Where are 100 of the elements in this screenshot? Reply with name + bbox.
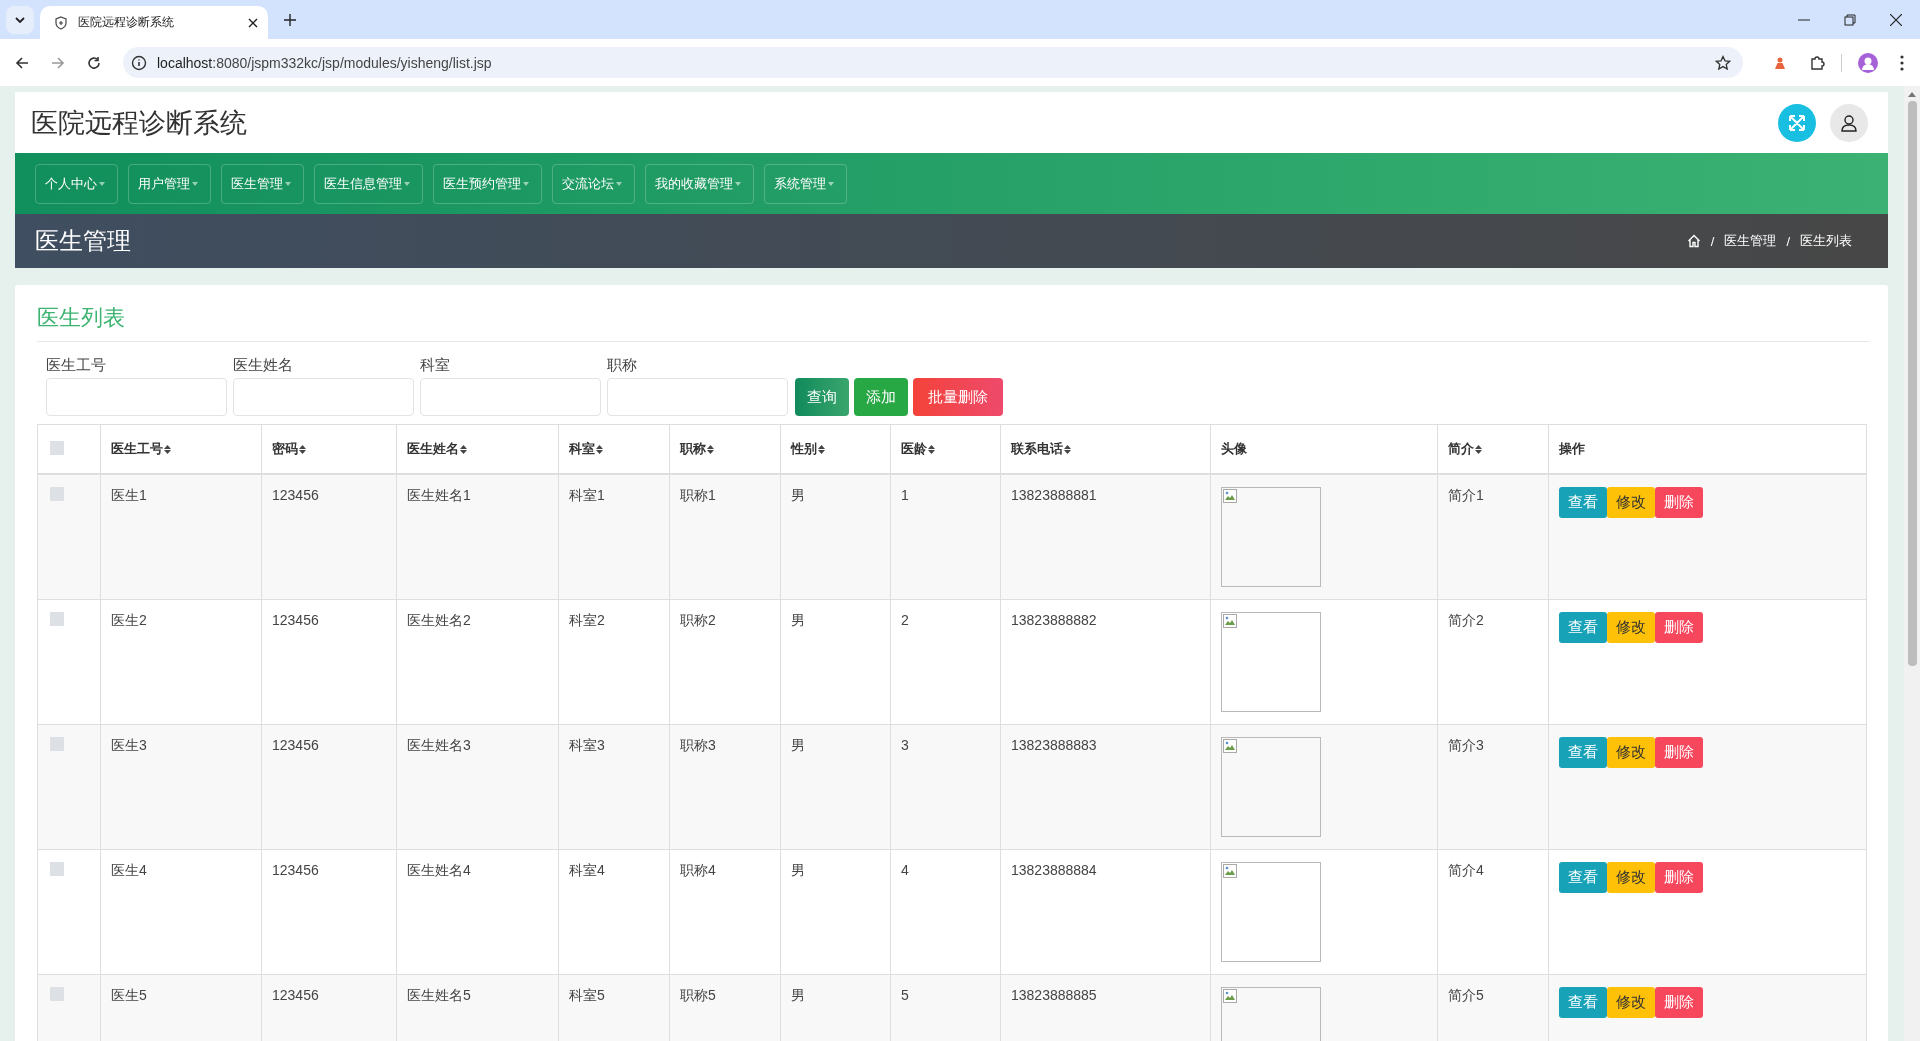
edit-button[interactable]: 修改 <box>1607 487 1655 518</box>
sort-icon[interactable] <box>164 444 171 454</box>
tab-list-button[interactable] <box>6 5 34 34</box>
view-button[interactable]: 查看 <box>1559 487 1607 518</box>
row-checkbox[interactable] <box>50 487 64 501</box>
row-checkbox[interactable] <box>50 862 64 876</box>
column-header[interactable]: 医生工号 <box>111 440 171 458</box>
sort-icon[interactable] <box>1064 444 1071 454</box>
delete-button[interactable]: 删除 <box>1655 487 1703 518</box>
sort-icon[interactable] <box>928 444 935 454</box>
nav-menu-item[interactable]: 医生预约管理 <box>433 163 542 204</box>
nav-menu-item[interactable]: 系统管理 <box>764 163 847 204</box>
table-cell: 123456 <box>272 862 319 878</box>
address-field[interactable]: localhost:8080/jspm332kc/jsp/modules/yisheng/list.jsp <box>123 47 1743 78</box>
column-header[interactable]: 医龄 <box>901 440 935 458</box>
view-button[interactable]: 查看 <box>1559 737 1607 768</box>
caret-icon <box>192 181 198 186</box>
menu-icon[interactable] <box>1900 54 1904 71</box>
restore-icon[interactable] <box>1844 13 1856 26</box>
edit-button[interactable]: 修改 <box>1607 612 1655 643</box>
puzzle-icon[interactable] <box>1809 54 1825 71</box>
table-cell: 13823888881 <box>1011 487 1097 503</box>
minimize-icon[interactable] <box>1798 18 1810 21</box>
table-cell: 3 <box>901 737 909 753</box>
search-input[interactable] <box>46 378 227 416</box>
column-header[interactable]: 性别 <box>791 440 825 458</box>
user-button[interactable] <box>1830 103 1868 142</box>
search-input[interactable] <box>607 378 788 416</box>
view-button[interactable]: 查看 <box>1559 612 1607 643</box>
table-cell: 男 <box>791 737 805 753</box>
scroll-up-icon[interactable] <box>1908 92 1916 97</box>
delete-button[interactable]: 删除 <box>1655 612 1703 643</box>
view-button[interactable]: 查看 <box>1559 862 1607 893</box>
table-cell: 职称1 <box>680 487 716 503</box>
profile-avatar-icon[interactable] <box>1858 52 1878 73</box>
sort-icon[interactable] <box>596 444 603 454</box>
back-icon[interactable] <box>15 55 29 70</box>
column-header: 操作 <box>1559 440 1585 458</box>
table-cell: 5 <box>901 987 909 1003</box>
extension-icon[interactable] <box>1773 55 1787 70</box>
breadcrumb-item[interactable]: 医生管理 <box>1724 232 1777 250</box>
forward-icon[interactable] <box>51 55 65 70</box>
column-header[interactable]: 简介 <box>1448 440 1482 458</box>
info-icon[interactable] <box>131 54 147 71</box>
delete-button[interactable]: 删除 <box>1655 987 1703 1018</box>
new-tab-icon[interactable] <box>284 13 296 26</box>
breadcrumb-item[interactable]: 医生列表 <box>1800 232 1852 250</box>
edit-button[interactable]: 修改 <box>1607 987 1655 1018</box>
nav-menu-item[interactable]: 个人中心 <box>35 163 118 204</box>
sort-icon[interactable] <box>1475 444 1482 454</box>
field-label: 科室 <box>420 356 451 375</box>
url-text: localhost:8080/jspm332kc/jsp/modules/yisheng/list.jsp <box>157 54 492 71</box>
search-input[interactable] <box>420 378 601 416</box>
nav-menu-item[interactable]: 医生管理 <box>221 163 304 204</box>
nav-menu-item[interactable]: 交流论坛 <box>552 163 635 204</box>
reload-icon[interactable] <box>87 55 101 70</box>
row-checkbox[interactable] <box>50 737 64 751</box>
star-icon[interactable] <box>1715 54 1731 71</box>
table-cell: 科室4 <box>569 862 605 878</box>
broken-image-icon <box>1223 864 1237 878</box>
table-cell: 简介2 <box>1448 612 1484 628</box>
column-header[interactable]: 科室 <box>569 440 603 458</box>
column-header[interactable]: 联系电话 <box>1011 440 1071 458</box>
row-checkbox[interactable] <box>50 612 64 626</box>
nav-menu-item[interactable]: 医生信息管理 <box>314 163 423 204</box>
delete-button[interactable]: 批量删除 <box>913 378 1003 416</box>
close-icon[interactable] <box>1890 13 1902 26</box>
select-all-checkbox[interactable] <box>50 440 64 455</box>
table-cell: 职称3 <box>680 737 716 753</box>
column-header[interactable]: 医生姓名 <box>407 440 467 458</box>
scrollbar[interactable] <box>1904 86 1920 1041</box>
table-cell: 男 <box>791 612 805 628</box>
sort-icon[interactable] <box>707 444 714 454</box>
home-icon[interactable] <box>1686 234 1701 248</box>
column-header[interactable]: 密码 <box>272 440 306 458</box>
edit-button[interactable]: 修改 <box>1607 737 1655 768</box>
search-input[interactable] <box>233 378 414 416</box>
view-button[interactable]: 查看 <box>1559 987 1607 1018</box>
add-button[interactable]: 添加 <box>854 378 908 416</box>
sort-icon[interactable] <box>299 444 306 454</box>
table-cell: 13823888883 <box>1011 737 1097 753</box>
nav-menu-item[interactable]: 我的收藏管理 <box>645 163 754 204</box>
search-button[interactable]: 查询 <box>795 378 849 416</box>
row-checkbox[interactable] <box>50 987 64 1001</box>
column-header[interactable]: 职称 <box>680 440 714 458</box>
sort-icon[interactable] <box>460 444 467 454</box>
table-cell: 医生2 <box>111 612 147 628</box>
table-cell: 13823888884 <box>1011 862 1097 878</box>
table-cell: 医生5 <box>111 987 147 1003</box>
nav-menu-item[interactable]: 用户管理 <box>128 163 211 204</box>
delete-button[interactable]: 删除 <box>1655 862 1703 893</box>
scrollbar-thumb[interactable] <box>1907 101 1917 666</box>
edit-button[interactable]: 修改 <box>1607 862 1655 893</box>
close-icon[interactable] <box>248 17 258 28</box>
table-cell: 1 <box>901 487 909 503</box>
delete-button[interactable]: 删除 <box>1655 737 1703 768</box>
sort-icon[interactable] <box>818 444 825 454</box>
caret-icon <box>99 181 105 186</box>
field-label: 医生姓名 <box>233 356 294 375</box>
browser-tab[interactable]: 医院远程诊断系统 <box>40 6 268 39</box>
